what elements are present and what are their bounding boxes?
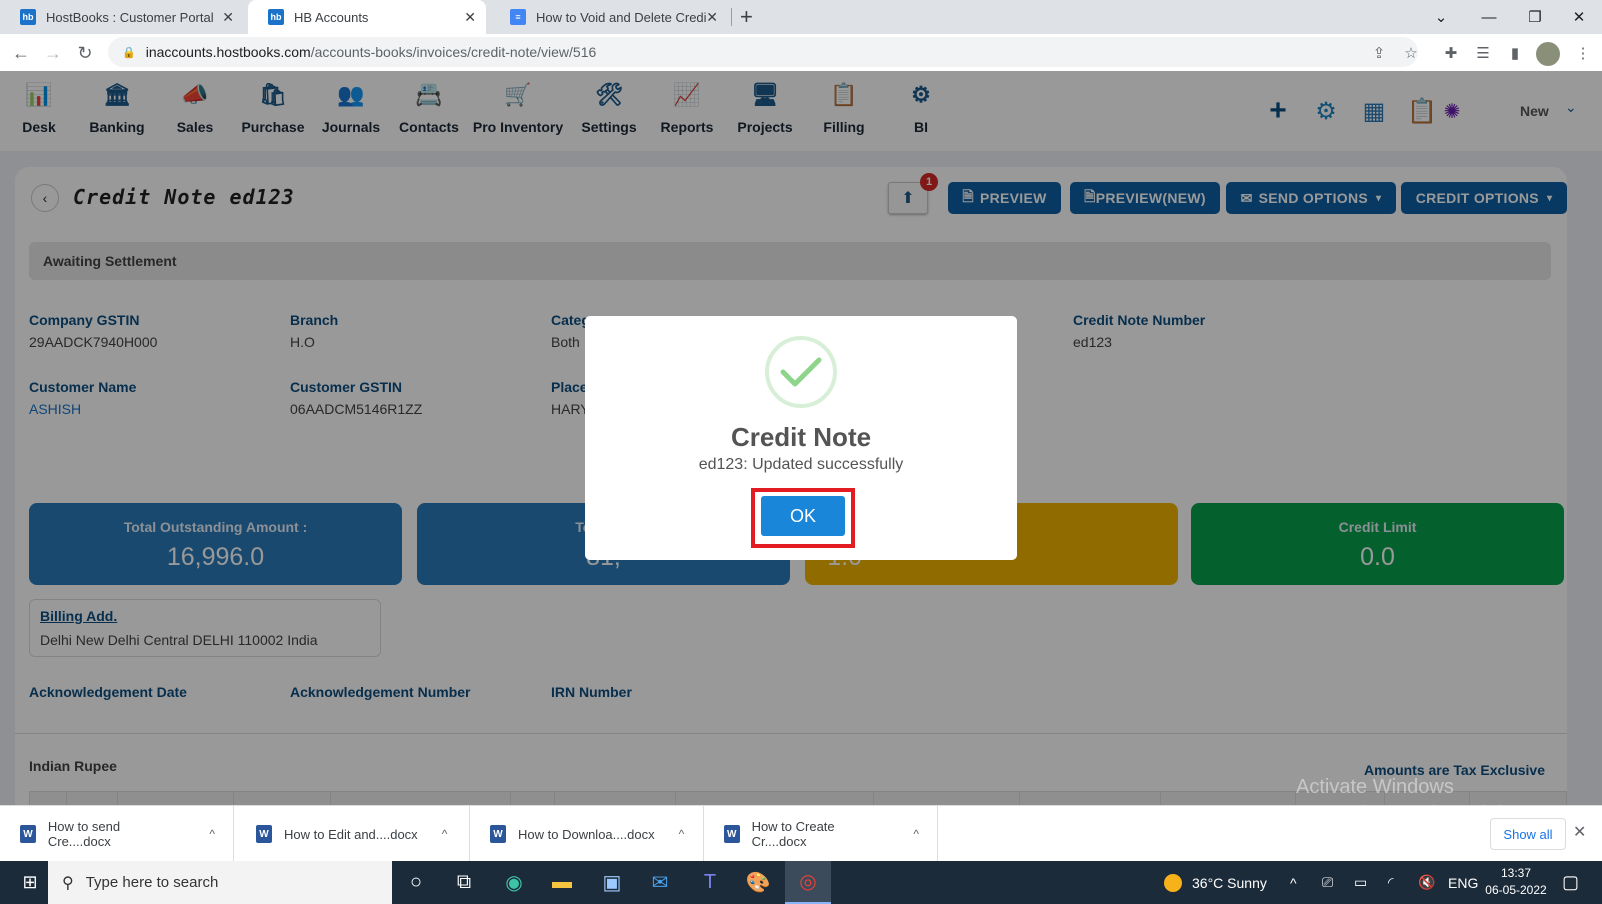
browser-tab-strip: hb HostBooks : Customer Portal ✕ hb HB A… xyxy=(0,0,1602,34)
media-playlist-icon[interactable]: ☰ xyxy=(1472,42,1494,64)
download-item[interactable]: W How to Downloa....docx ^ xyxy=(470,806,704,862)
bookmark-star-icon[interactable]: ☆ xyxy=(1400,42,1422,64)
url-host: inaccounts.hostbooks.com xyxy=(145,44,311,60)
cortana-icon[interactable]: ○ xyxy=(393,861,439,904)
back-arrow-icon[interactable]: ← xyxy=(8,40,34,66)
download-filename: How to Edit and....docx xyxy=(284,826,418,842)
download-item[interactable]: W How to Edit and....docx ^ xyxy=(236,806,470,862)
download-filename: How to Downloa....docx xyxy=(518,826,655,842)
tab-how-to-void[interactable]: ≡ How to Void and Delete Credit N ✕ xyxy=(490,0,728,34)
camera-icon[interactable]: ⎚ xyxy=(1322,861,1333,904)
extensions-puzzle-icon[interactable]: ✚ xyxy=(1440,42,1462,64)
search-icon: ⚲ xyxy=(62,874,74,892)
tab-separator xyxy=(731,8,732,26)
mail-icon[interactable]: ✉ xyxy=(637,861,683,904)
profile-avatar[interactable] xyxy=(1536,42,1560,66)
show-all-downloads-button[interactable]: Show all xyxy=(1490,818,1566,850)
sun-icon xyxy=(1164,873,1182,892)
restore-button[interactable]: ❐ xyxy=(1512,0,1558,34)
windows-start-icon[interactable]: ⊞ xyxy=(10,861,50,904)
chrome-icon[interactable]: ◎ xyxy=(785,861,831,904)
word-document-icon: W xyxy=(20,825,36,843)
chevron-up-icon[interactable]: ^ xyxy=(679,827,685,841)
success-dialog: Credit Note ed123: Updated successfully … xyxy=(585,316,1017,560)
new-tab-button[interactable]: + xyxy=(740,4,753,30)
forward-arrow-icon[interactable]: → xyxy=(40,40,66,66)
close-icon[interactable]: ✕ xyxy=(706,9,718,26)
side-panel-icon[interactable]: ▮ xyxy=(1504,42,1526,64)
wifi-icon[interactable]: ◜ xyxy=(1388,861,1393,904)
chevron-up-icon[interactable]: ^ xyxy=(913,827,919,841)
document-favicon-icon: ≡ xyxy=(510,9,526,25)
notification-center-icon[interactable]: ▢ xyxy=(1562,861,1579,904)
download-item[interactable]: W How to Create Cr....docx ^ xyxy=(704,806,938,862)
close-icon[interactable]: ✕ xyxy=(464,9,476,26)
lock-icon: 🔒 xyxy=(122,46,136,59)
download-item[interactable]: W How to send Cre....docx ^ xyxy=(0,806,234,862)
dialog-message: ed123: Updated successfully xyxy=(698,456,904,473)
address-bar[interactable]: 🔒 inaccounts.hostbooks.com/accounts-book… xyxy=(108,37,1418,67)
close-window-button[interactable]: ✕ xyxy=(1556,0,1602,34)
show-hidden-icons-chevron[interactable]: ^ xyxy=(1290,861,1297,904)
taskbar-search-box[interactable]: ⚲ Type here to search xyxy=(48,861,392,904)
clock-date: 06-05-2022 xyxy=(1485,883,1547,897)
url-path: /accounts-books/invoices/credit-note/vie… xyxy=(310,44,597,60)
tab-label: HB Accounts xyxy=(294,9,369,25)
volume-muted-icon[interactable]: 🔇 xyxy=(1418,861,1435,904)
weather-widget[interactable]: 36°C Sunny xyxy=(1164,861,1267,904)
download-filename: How to send Cre....docx xyxy=(47,819,121,849)
language-indicator[interactable]: ENG xyxy=(1448,861,1478,904)
tab-label: HostBooks : Customer Portal xyxy=(46,9,214,25)
weather-text: 36°C Sunny xyxy=(1192,874,1267,891)
teams-icon[interactable]: T xyxy=(687,861,733,904)
success-check-icon xyxy=(765,336,837,408)
share-icon[interactable]: ⇪ xyxy=(1368,42,1390,64)
word-document-icon: W xyxy=(256,825,272,843)
microsoft-store-icon[interactable]: ▣ xyxy=(589,861,635,904)
chrome-menu-icon[interactable]: ⋮ xyxy=(1572,42,1594,64)
windows-taskbar: ⊞ ⚲ Type here to search ○ ⧉ ◉ ▬ ▣ ✉ T 🎨 … xyxy=(0,861,1602,904)
tab-search-chevron-icon[interactable]: ⌄ xyxy=(1418,0,1464,34)
battery-icon[interactable]: ▭ xyxy=(1354,861,1367,904)
download-shelf: W How to send Cre....docx ^ W How to Edit an… xyxy=(0,805,1602,862)
chevron-up-icon[interactable]: ^ xyxy=(442,827,448,841)
edge-browser-icon[interactable]: ◉ xyxy=(491,861,537,904)
chevron-up-icon[interactable]: ^ xyxy=(209,827,215,841)
tab-label: How to Void and Delete Credit N xyxy=(536,9,706,25)
activate-windows-watermark: Activate Windows xyxy=(1296,776,1454,798)
paint-icon[interactable]: 🎨 xyxy=(735,861,781,904)
file-explorer-icon[interactable]: ▬ xyxy=(539,861,585,904)
browser-toolbar: ← → ↻ 🔒 inaccounts.hostbooks.com/account… xyxy=(0,34,1602,71)
search-placeholder: Type here to search xyxy=(85,874,219,891)
minimize-button[interactable]: — xyxy=(1466,0,1512,34)
clock-time: 13:37 xyxy=(1500,866,1532,880)
close-shelf-icon[interactable]: ✕ xyxy=(1573,822,1586,842)
tab-customer-portal[interactable]: hb HostBooks : Customer Portal ✕ xyxy=(0,0,244,34)
tab-hb-accounts[interactable]: hb HB Accounts ✕ xyxy=(248,0,486,34)
download-filename: How to Create Cr....docx xyxy=(751,819,835,849)
word-document-icon: W xyxy=(490,825,506,843)
dialog-title: Credit Note xyxy=(730,422,872,452)
system-clock[interactable]: 13:37 06-05-2022 xyxy=(1480,865,1552,899)
hostbooks-favicon-icon: hb xyxy=(268,9,284,25)
close-icon[interactable]: ✕ xyxy=(222,9,234,26)
task-view-icon[interactable]: ⧉ xyxy=(441,861,487,904)
ok-button[interactable]: OK xyxy=(761,496,845,536)
hostbooks-favicon-icon: hb xyxy=(20,9,36,25)
reload-icon[interactable]: ↻ xyxy=(72,40,98,66)
word-document-icon: W xyxy=(724,825,740,843)
